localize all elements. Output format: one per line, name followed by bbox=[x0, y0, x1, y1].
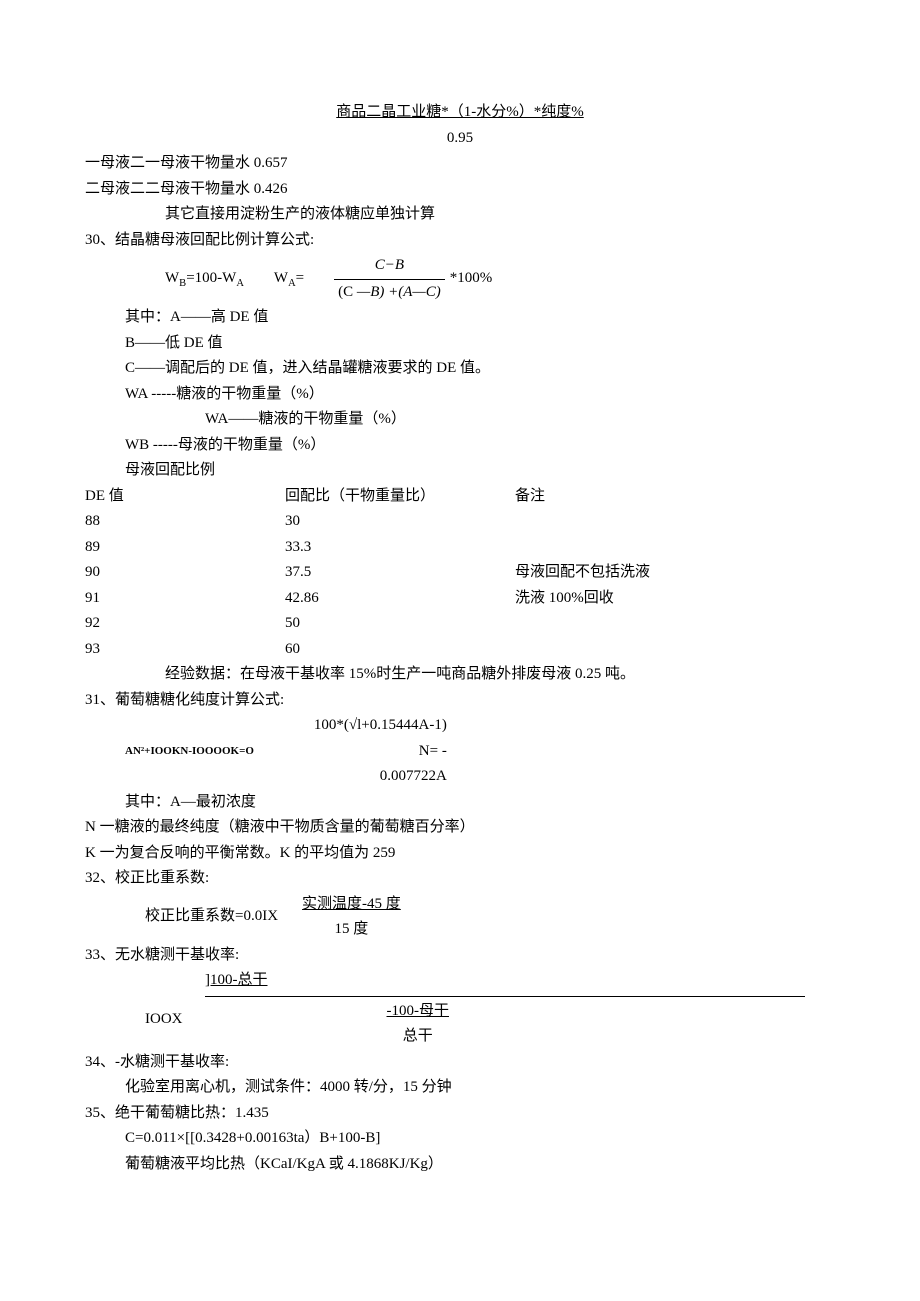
th-ratio: 回配比（干物重量比） bbox=[285, 484, 515, 510]
formula-fraction: C−B (C —B) +(A—C) bbox=[334, 253, 445, 305]
muye-line2: 二母液二二母液干物量水 0.426 bbox=[85, 177, 835, 203]
formula-suffix: *100% bbox=[450, 266, 493, 292]
section-33-title: 33、无水糖测干基收率: bbox=[85, 943, 835, 969]
s31-where-k: K 一为复合反响的平衡常数。K 的平均值为 259 bbox=[85, 841, 835, 867]
ratio-title: 母液回配比例 bbox=[125, 458, 835, 484]
section-30-formula: WB=100-WA WA= C−B (C —B) +(A—C) *100% bbox=[165, 253, 835, 305]
s33-top: ]100-总干 bbox=[205, 968, 835, 994]
divider-line bbox=[205, 996, 805, 997]
s35-line2: 葡萄糖液平均比热（KCaI/KgA 或 4.1868KJ/Kg） bbox=[125, 1152, 835, 1178]
wa-desc2: WA——糖液的干物重量（%） bbox=[205, 407, 835, 433]
section-32-formula: 校正比重系数=0.0IX 实测温度-45 度 15 度 bbox=[145, 892, 835, 943]
table-row: 93 60 bbox=[85, 637, 835, 663]
top-formula-line: 商品二晶工业糖*（1-水分%）*纯度% bbox=[85, 100, 835, 126]
table-row: 89 33.3 bbox=[85, 535, 835, 561]
table-row: 92 50 bbox=[85, 611, 835, 637]
section-32-title: 32、校正比重系数: bbox=[85, 866, 835, 892]
section-30-title: 30、结晶糖母液回配比例计算公式: bbox=[85, 228, 835, 254]
s31-left-eq: AN²+IOOKN-IOOOOK=O bbox=[125, 742, 254, 761]
table-header-row: DE 值 回配比（干物重量比） 备注 bbox=[85, 484, 835, 510]
wb-desc: WB -----母液的干物重量（%） bbox=[125, 433, 835, 459]
top-formula-den: 0.95 bbox=[85, 126, 835, 152]
s31-where-n: N 一糖液的最终纯度（糖液中干物质含量的葡萄糖百分率） bbox=[85, 815, 835, 841]
th-de: DE 值 bbox=[85, 484, 285, 510]
top-formula: 商品二晶工业糖*（1-水分%）*纯度% bbox=[336, 104, 584, 120]
wa-desc: WA -----糖液的干物重量（%） bbox=[125, 382, 835, 408]
muye-note: 其它直接用淀粉生产的液体糖应单独计算 bbox=[165, 202, 835, 228]
table-row: 91 42.86 洗液 100%回收 bbox=[85, 586, 835, 612]
s35-line1: C=0.011×[[0.3428+0.00163ta）B+100-B] bbox=[125, 1126, 835, 1152]
s31-where-a: 其中：A—最初浓度 bbox=[125, 790, 835, 816]
section-31-formula: AN²+IOOKN-IOOOOK=O 100*(√l+0.15444A-1) N… bbox=[125, 713, 835, 790]
s33-bottom: IOOX -100-母干 总干 bbox=[145, 999, 835, 1050]
where-b: B——低 DE 值 bbox=[125, 331, 835, 357]
muye-line1: 一母液二一母液干物量水 0.657 bbox=[85, 151, 835, 177]
s34-line: 化验室用离心机，测试条件：4000 转/分，15 分钟 bbox=[125, 1075, 835, 1101]
section-31-title: 31、葡萄糖糖化纯度计算公式: bbox=[85, 688, 835, 714]
de-table: DE 值 回配比（干物重量比） 备注 88 30 89 33.3 90 37.5… bbox=[85, 484, 835, 663]
where-a: 其中：A——高 DE 值 bbox=[125, 305, 835, 331]
where-c: C——调配后的 DE 值，进入结晶罐糖液要求的 DE 值。 bbox=[125, 356, 835, 382]
wa-eq: WA= bbox=[274, 266, 304, 293]
table-row: 88 30 bbox=[85, 509, 835, 535]
table-exp: 经验数据：在母液干基收率 15%时生产一吨商品糖外排废母液 0.25 吨。 bbox=[165, 662, 835, 688]
section-34-title: 34、-水糖测干基收率: bbox=[85, 1050, 835, 1076]
section-35-title: 35、绝干葡萄糖比热：1.435 bbox=[85, 1101, 835, 1127]
wb-eq: WB=100-WA bbox=[165, 266, 244, 293]
table-row: 90 37.5 母液回配不包括洗液 bbox=[85, 560, 835, 586]
th-note: 备注 bbox=[515, 484, 835, 510]
